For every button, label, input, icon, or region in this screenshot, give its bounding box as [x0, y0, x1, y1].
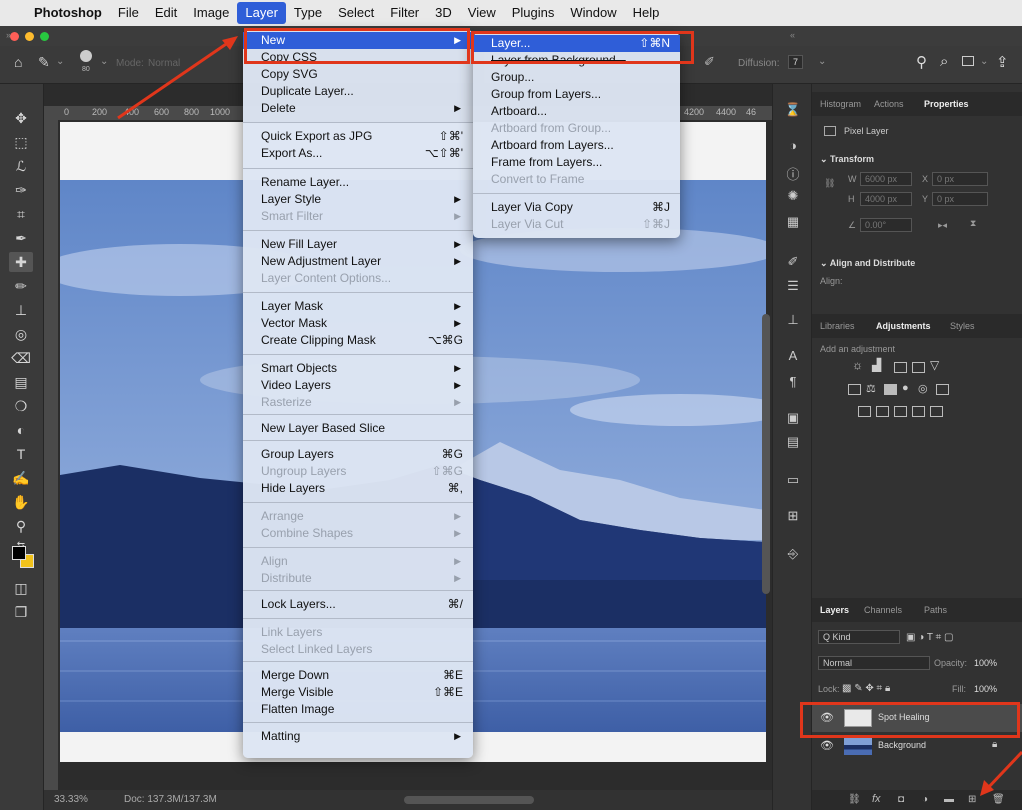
foreground-color-swatch[interactable]	[12, 546, 26, 560]
arrowhead	[222, 36, 238, 50]
annotation-arrows	[117, 36, 1022, 796]
arrow-to-layer-menu	[117, 38, 233, 120]
arrow-to-new-layer-button	[984, 750, 1022, 792]
